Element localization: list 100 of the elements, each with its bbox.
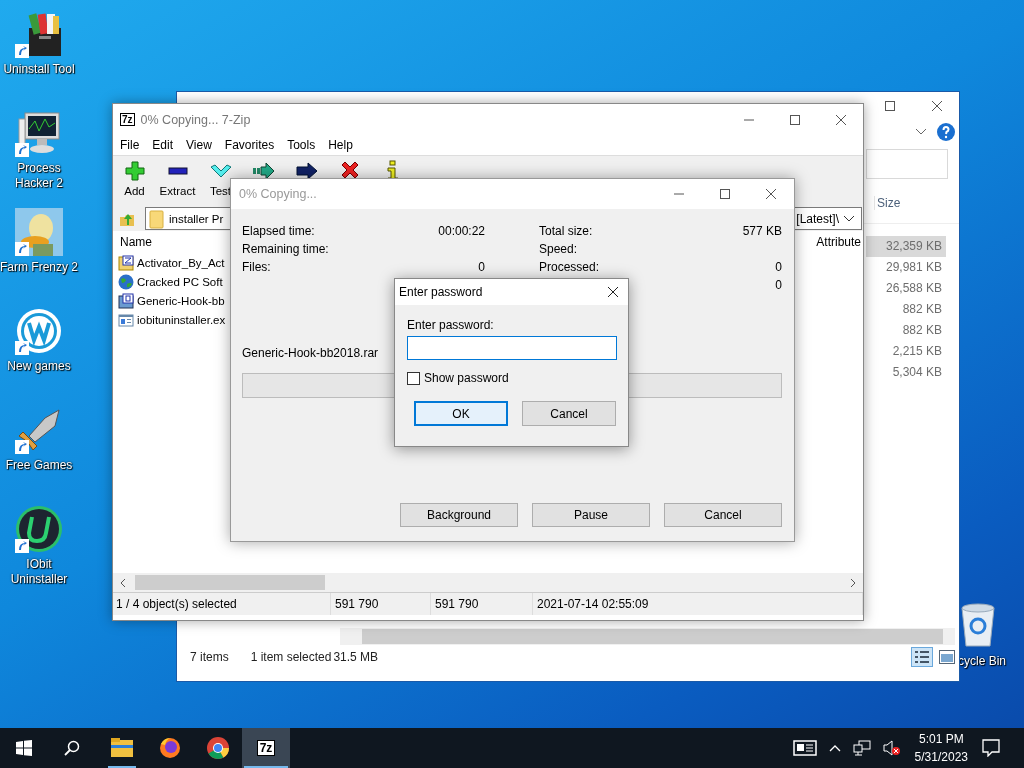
chevron-down-icon (843, 214, 855, 223)
dialog-title: 0% Copying... (239, 187, 317, 201)
network-icon[interactable] (852, 740, 871, 756)
archive-icon (118, 254, 134, 271)
maximize-icon[interactable] (884, 99, 896, 112)
status-text: 1 item selected (250, 650, 332, 664)
volume-muted-icon[interactable] (882, 740, 901, 756)
taskbar-button[interactable]: 7z (242, 728, 290, 768)
start-icon[interactable] (16, 740, 32, 756)
ring-icon[interactable] (15, 307, 63, 355)
status-text: 591 790 (331, 593, 431, 615)
stat-value: 577 KB (742, 224, 782, 238)
file-name[interactable]: Cracked PC Soft (137, 275, 223, 288)
file-size[interactable]: 29,981 KB (866, 257, 946, 278)
file-name[interactable]: iobituninstaller.ex (137, 313, 226, 326)
close-icon[interactable] (931, 99, 943, 112)
chevron-down-icon[interactable] (915, 128, 927, 136)
stat-value: 0 (775, 260, 782, 274)
close-icon[interactable] (835, 113, 847, 126)
status-text: 31.5 MB (333, 650, 379, 664)
app-logo: 7z (120, 113, 135, 126)
toolbar-button[interactable]: Extract (156, 156, 199, 197)
horizontal-scrollbar[interactable] (340, 628, 955, 645)
folder-icon[interactable] (110, 736, 134, 760)
toolbar-button[interactable]: Add (113, 156, 156, 197)
checkbox-label[interactable]: Show password (424, 371, 509, 385)
column-header[interactable]: Size (874, 196, 959, 210)
stat-label: Total size: (539, 224, 593, 238)
password-field[interactable] (407, 336, 617, 360)
horizontal-scrollbar[interactable] (113, 573, 863, 592)
checkbox[interactable] (407, 371, 420, 385)
file-size[interactable]: 2,215 KB (866, 341, 946, 362)
status-text: 7 items (190, 650, 229, 664)
folder-icon (149, 208, 164, 229)
icon-label[interactable]: IObit Uninstaller (0, 557, 78, 587)
help-icon[interactable] (937, 123, 955, 141)
column-header[interactable]: Name (120, 235, 152, 249)
dialog-title: Enter password (399, 285, 483, 299)
maximize-icon[interactable] (719, 188, 731, 200)
field-label: Enter password: (407, 318, 495, 334)
chevron-up-icon[interactable] (828, 744, 841, 752)
file-size[interactable]: 882 KB (866, 320, 946, 341)
window-app-icon (118, 311, 134, 328)
details-view-icon[interactable] (911, 647, 933, 667)
close-icon[interactable] (765, 188, 777, 200)
scroll-thumb[interactable] (135, 575, 325, 590)
archive-icon (118, 292, 134, 309)
close-icon[interactable] (607, 286, 619, 298)
browser-icon[interactable] (206, 736, 230, 760)
menu-item[interactable]: Edit (152, 138, 174, 152)
scroll-thumb[interactable] (362, 629, 943, 644)
menu-item[interactable]: Help (328, 138, 353, 152)
scroll-left-icon[interactable] (119, 577, 127, 588)
bird-icon[interactable] (15, 208, 63, 256)
stat-label: Remaining time: (242, 242, 329, 256)
dialog-button[interactable]: OK (414, 401, 508, 426)
browser-icon[interactable] (158, 736, 182, 760)
file-name: Generic-Hook-bb2018.rar (242, 346, 379, 362)
status-text: 1 / 4 object(s) selected (113, 593, 331, 615)
status-text: 2021-07-14 02:55:09 (533, 593, 863, 615)
monitor-icon[interactable] (15, 109, 63, 157)
stat-value: 0 (775, 278, 782, 292)
dialog-button[interactable]: Cancel (664, 503, 782, 527)
stat-value: 00:00:22 (438, 224, 485, 238)
status-text: 591 790 (431, 593, 533, 615)
dialog-button[interactable]: Background (400, 503, 518, 527)
running-indicator (108, 766, 136, 768)
stat-label: Files: (242, 260, 271, 274)
dialog-button[interactable]: Pause (532, 503, 650, 527)
file-size[interactable]: 5,304 KB (866, 362, 946, 383)
file-size[interactable]: 882 KB (866, 299, 946, 320)
search-icon[interactable] (64, 740, 80, 756)
window-title: 0% Copying... 7-Zip (140, 112, 251, 127)
preview-view-icon[interactable] (939, 650, 955, 664)
maximize-icon[interactable] (789, 113, 801, 126)
scroll-right-icon[interactable] (849, 577, 857, 588)
notifications-icon[interactable] (982, 739, 1000, 757)
sword-icon[interactable] (15, 406, 63, 454)
menu-item[interactable]: Tools (287, 138, 316, 152)
stat-label: Speed: (539, 242, 578, 256)
disc-icon[interactable] (15, 505, 63, 553)
file-name[interactable]: Activator_By_Act (137, 256, 225, 269)
menu-item[interactable]: View (186, 138, 212, 152)
file-name[interactable]: Generic-Hook-bb (137, 294, 225, 307)
file-size[interactable]: 32,359 KB (866, 236, 946, 257)
stat-label: Elapsed time: (242, 224, 315, 238)
running-indicator (244, 766, 288, 768)
dialog-button[interactable]: Cancel (522, 401, 616, 426)
plus-icon[interactable] (123, 160, 146, 182)
news-icon[interactable] (792, 740, 817, 756)
menu-item[interactable]: Favorites (224, 138, 275, 152)
clock-time[interactable]: 5:01 PM (918, 730, 964, 748)
stat-value: 0 (478, 260, 485, 274)
stat-label: Processed: (539, 260, 600, 274)
menu-item[interactable]: File (120, 138, 140, 152)
search-field[interactable] (866, 149, 948, 179)
column-header[interactable]: Attribute (816, 235, 861, 249)
clock-date[interactable]: 5/31/2023 (914, 748, 968, 766)
file-size[interactable]: 26,588 KB (866, 278, 946, 299)
recycle-bin-icon[interactable] (958, 600, 998, 648)
